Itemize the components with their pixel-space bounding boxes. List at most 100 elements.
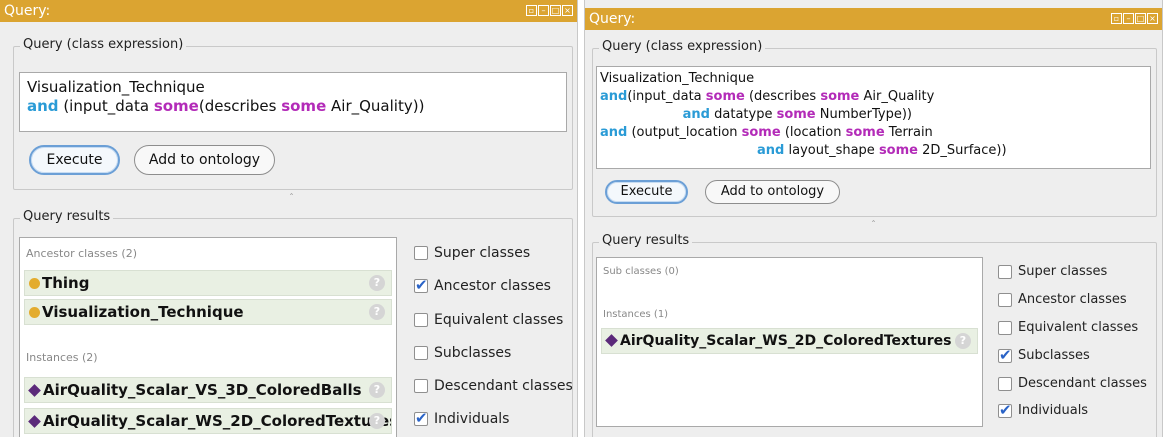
- left-option-individuals[interactable]: Individuals: [414, 409, 510, 427]
- expression-token: (describes: [198, 97, 282, 115]
- minimize-icon[interactable]: –: [538, 5, 549, 16]
- right-title: Query:: [589, 11, 636, 27]
- help-icon[interactable]: ?: [955, 333, 971, 349]
- checkbox[interactable]: [414, 346, 428, 360]
- checkbox[interactable]: [998, 401, 1012, 419]
- individual-label: AirQuality_Scalar_WS_2D_ColoredTextures: [43, 412, 392, 430]
- left-results-legend: Query results: [20, 209, 114, 224]
- left-results-list: Ancestor classes (2) Thing ? Visualizati…: [19, 237, 397, 437]
- keyword-and: and: [27, 97, 59, 115]
- right-option-equivalent-classes[interactable]: Equivalent classes: [998, 320, 1138, 335]
- individual-icon: [28, 415, 41, 428]
- keyword-some: some: [153, 97, 199, 115]
- right-option-super-classes[interactable]: Super classes: [998, 264, 1107, 279]
- list-item[interactable]: AirQuality_Scalar_WS_2D_ColoredTextures …: [24, 408, 392, 434]
- maximize-icon[interactable]: □: [1135, 13, 1146, 24]
- checkbox[interactable]: [414, 313, 428, 327]
- right-query-legend: Query (class expression): [599, 39, 766, 54]
- checkbox[interactable]: [414, 379, 428, 393]
- checkbox[interactable]: [998, 346, 1012, 364]
- keyword-and: and: [682, 107, 710, 122]
- expression-token: datatype: [710, 107, 777, 122]
- restore-icon[interactable]: ▫: [526, 5, 537, 16]
- class-icon: [29, 278, 40, 289]
- help-icon[interactable]: ?: [369, 382, 385, 398]
- option-label: Descendant classes: [1018, 376, 1147, 391]
- left-option-super-classes[interactable]: Super classes: [414, 245, 530, 261]
- close-icon[interactable]: ×: [1147, 13, 1158, 24]
- checkbox[interactable]: [998, 292, 1012, 307]
- checkbox[interactable]: [998, 320, 1012, 335]
- help-icon[interactable]: ?: [369, 304, 385, 320]
- right-subclasses-header: Sub classes (0): [603, 266, 679, 277]
- expression-line: Visualization_Technique: [27, 78, 559, 97]
- left-option-subclasses[interactable]: Subclasses: [414, 345, 511, 361]
- help-icon[interactable]: ?: [369, 275, 385, 291]
- maximize-icon[interactable]: □: [550, 5, 561, 16]
- keyword-some: some: [820, 89, 860, 104]
- option-label: Ancestor classes: [434, 278, 551, 294]
- right-class-expression-editor[interactable]: Visualization_Technique and(input_data so…: [596, 66, 1151, 169]
- expression-token: Air_Quality: [859, 89, 935, 104]
- checkbox[interactable]: [414, 276, 428, 294]
- right-option-individuals[interactable]: Individuals: [998, 401, 1088, 419]
- left-window-controls: ▫ – □ ×: [526, 5, 573, 16]
- expression-line: and (input_data some(describes some Air_…: [27, 97, 559, 116]
- left-class-expression-editor[interactable]: Visualization_Technique and (input_data s…: [19, 72, 567, 132]
- individual-icon: [605, 334, 618, 347]
- keyword-some: some: [845, 125, 885, 140]
- option-label: Super classes: [1018, 264, 1108, 279]
- option-label: Equivalent classes: [434, 312, 564, 328]
- minimize-icon[interactable]: –: [1123, 13, 1134, 24]
- list-item[interactable]: AirQuality_Scalar_WS_2D_ColoredTextures …: [601, 328, 978, 354]
- expression-token: [600, 107, 683, 122]
- left-option-ancestor-classes[interactable]: Ancestor classes: [414, 276, 551, 294]
- left-ancestor-classes-header: Ancestor classes (2): [26, 247, 137, 260]
- right-title-bar[interactable]: Query: ▫ – □ ×: [585, 8, 1162, 30]
- expression-token: (input_data: [627, 89, 706, 104]
- keyword-some: some: [878, 143, 918, 158]
- right-option-subclasses[interactable]: Subclasses: [998, 346, 1090, 364]
- expression-token: Visualization_Technique: [27, 78, 205, 96]
- left-option-equivalent-classes[interactable]: Equivalent classes: [414, 312, 563, 328]
- left-splitter-grip[interactable]: ˆ: [289, 193, 294, 204]
- right-instances-header: Instances (1): [603, 309, 669, 320]
- option-label: Super classes: [434, 245, 531, 261]
- close-icon[interactable]: ×: [562, 5, 573, 16]
- expression-line: Visualization_Technique: [600, 70, 1147, 88]
- right-option-ancestor-classes[interactable]: Ancestor classes: [998, 292, 1127, 307]
- checkbox[interactable]: [998, 376, 1012, 391]
- keyword-and: and: [600, 89, 628, 104]
- option-label: Subclasses: [1018, 348, 1090, 363]
- expression-token: [600, 143, 757, 158]
- option-label: Subclasses: [434, 345, 512, 361]
- expression-token: (output_location: [627, 125, 742, 140]
- help-icon[interactable]: ?: [369, 413, 385, 429]
- left-add-to-ontology-button[interactable]: Add to ontology: [134, 145, 275, 175]
- right-option-descendant-classes[interactable]: Descendant classes: [998, 376, 1147, 391]
- expression-token: (describes: [744, 89, 821, 104]
- class-icon: [29, 307, 40, 318]
- checkbox[interactable]: [414, 409, 428, 427]
- individual-label: AirQuality_Scalar_WS_2D_ColoredTextures: [620, 333, 952, 349]
- list-item[interactable]: Thing ?: [24, 270, 392, 296]
- keyword-some: some: [776, 107, 816, 122]
- left-query-legend: Query (class expression): [20, 37, 187, 52]
- checkbox[interactable]: [998, 264, 1012, 279]
- right-execute-button[interactable]: Execute: [605, 180, 688, 204]
- expression-token: (input_data: [58, 97, 154, 115]
- checkbox[interactable]: [414, 246, 428, 260]
- class-label: Thing: [42, 274, 90, 292]
- left-title-bar[interactable]: Query: ▫ – □ ×: [0, 0, 577, 22]
- restore-icon[interactable]: ▫: [1111, 13, 1122, 24]
- list-item[interactable]: AirQuality_Scalar_VS_3D_ColoredBalls ?: [24, 377, 392, 403]
- left-option-descendant-classes[interactable]: Descendant classes: [414, 378, 573, 394]
- expression-token: NumberType)): [815, 107, 912, 122]
- list-item[interactable]: Visualization_Technique ?: [24, 299, 392, 325]
- left-execute-button[interactable]: Execute: [29, 145, 120, 175]
- right-splitter-grip[interactable]: ˆ: [871, 220, 876, 231]
- right-add-to-ontology-button[interactable]: Add to ontology: [705, 180, 840, 204]
- option-label: Individuals: [434, 411, 510, 427]
- right-window-controls: ▫ – □ ×: [1111, 13, 1158, 24]
- left-query-panel: Query: ▫ – □ × Query (class expression) …: [0, 0, 578, 437]
